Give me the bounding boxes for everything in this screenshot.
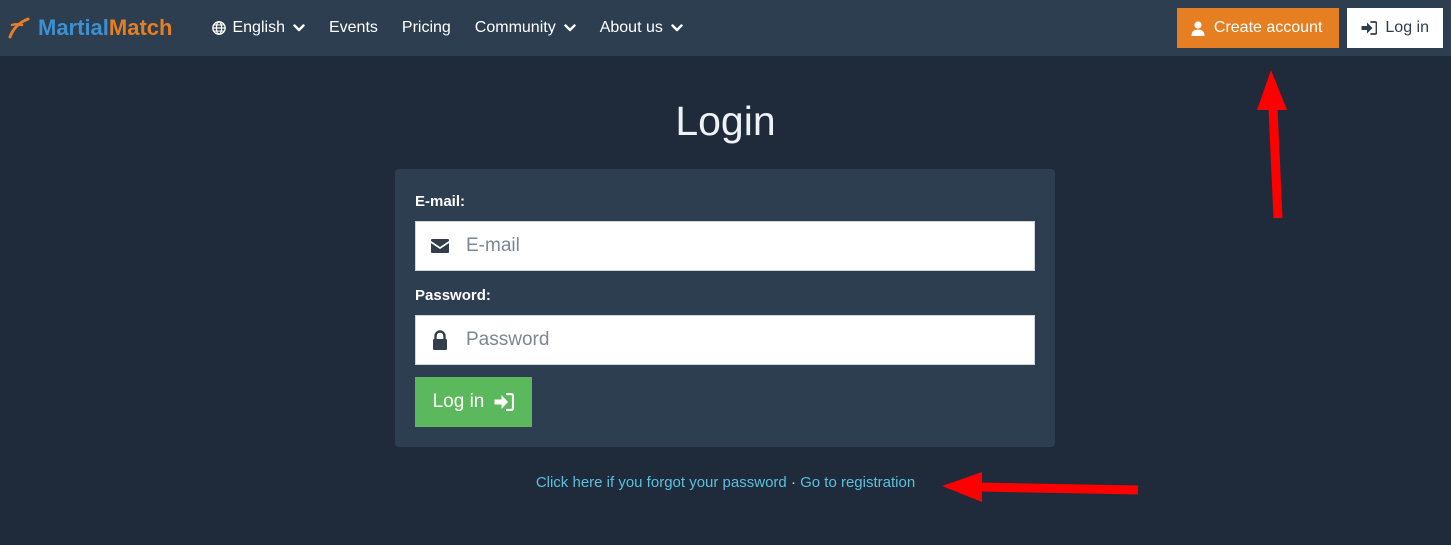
globe-icon (212, 21, 227, 35)
envelope-icon (431, 239, 449, 253)
top-navbar: Martial Match English Events Pricing Comm… (0, 0, 1451, 56)
nav-pricing-link[interactable]: Pricing (390, 0, 463, 56)
nav-login-button[interactable]: Log in (1347, 8, 1443, 48)
page-title: Login (675, 98, 776, 144)
lock-icon (433, 330, 447, 350)
login-submit-label: Log in (432, 391, 485, 412)
brand-logo-link[interactable]: Martial Match (8, 0, 172, 56)
password-input[interactable] (466, 317, 1006, 363)
password-label: Password: (415, 287, 491, 304)
email-label: E-mail: (415, 193, 466, 210)
martialmatch-logo-icon (8, 17, 30, 39)
nav-about-label: About us (599, 19, 663, 36)
login-form: E-mail: Password: Log in (395, 169, 1055, 447)
nav-events-label: Events (328, 19, 378, 36)
chevron-down-icon (671, 24, 683, 32)
login-submit-button[interactable]: Log in (415, 377, 532, 427)
create-account-label: Create account (1213, 19, 1323, 36)
go-to-registration-link[interactable]: Go to registration (800, 474, 915, 491)
chevron-down-icon (564, 24, 576, 32)
nav-community-dropdown[interactable]: Community (463, 0, 588, 56)
language-dropdown[interactable]: English (200, 0, 316, 56)
nav-menu: English Events Pricing Community About u… (200, 0, 694, 56)
nav-login-label: Log in (1385, 19, 1429, 36)
nav-about-dropdown[interactable]: About us (588, 0, 695, 56)
create-account-button[interactable]: Create account (1176, 8, 1340, 48)
sign-in-icon (494, 393, 515, 411)
nav-pricing-label: Pricing (401, 19, 451, 36)
email-input-group (415, 221, 1035, 271)
link-separator: · (790, 474, 796, 491)
language-label: English (232, 19, 285, 36)
user-icon (1191, 20, 1205, 36)
brand-name-part2: Match (108, 15, 173, 40)
chevron-down-icon (293, 24, 305, 32)
auth-links: Click here if you forgot your password ·… (0, 474, 1451, 491)
nav-community-label: Community (474, 19, 556, 36)
nav-auth-buttons: Create account Log in (1176, 8, 1443, 48)
brand-name-part1: Martial (38, 15, 109, 40)
forgot-password-link[interactable]: Click here if you forgot your password (536, 474, 787, 491)
password-input-group (415, 315, 1035, 365)
sign-in-icon (1361, 21, 1378, 35)
nav-events-link[interactable]: Events (317, 0, 390, 56)
email-input[interactable] (466, 223, 1006, 269)
